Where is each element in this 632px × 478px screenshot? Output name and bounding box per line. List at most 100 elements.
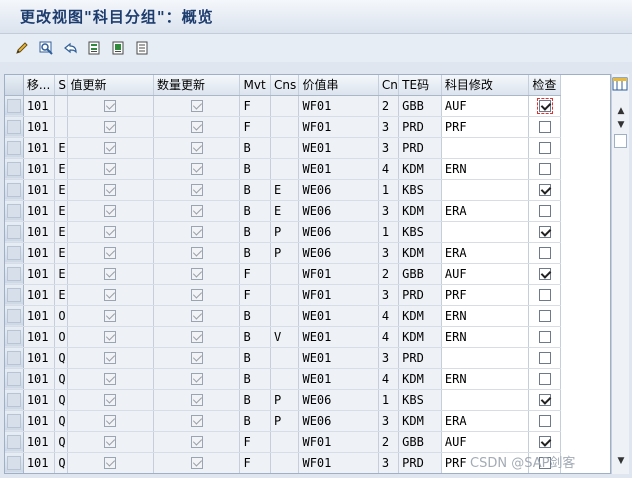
cell-account-modifier[interactable]: ERA <box>441 410 530 432</box>
cell-check[interactable] <box>528 389 561 411</box>
cell-check[interactable] <box>528 326 561 348</box>
cell-account-modifier[interactable]: PRF <box>441 284 530 306</box>
cell-check[interactable] <box>528 221 561 243</box>
cell-account-modifier[interactable]: AUF <box>441 431 530 453</box>
col-header-te-code[interactable]: TE码 <box>398 75 442 96</box>
row-selector[interactable] <box>5 116 24 138</box>
cell-account-modifier[interactable]: ERN <box>441 305 530 327</box>
col-header-mvt[interactable]: Mvt <box>239 75 271 96</box>
row-selector[interactable] <box>5 137 24 159</box>
check-checkbox[interactable] <box>538 289 551 301</box>
cell-account-modifier[interactable] <box>441 221 530 243</box>
row-selector[interactable] <box>5 347 24 369</box>
table-row[interactable]: 101 E B P WE06 1 KBS <box>5 221 561 243</box>
cell-check[interactable] <box>528 431 561 453</box>
cell-check[interactable] <box>528 116 561 138</box>
select-all-icon[interactable] <box>132 38 152 58</box>
col-header-account-modifier[interactable]: 科目修改 <box>441 75 530 96</box>
cell-account-modifier[interactable]: ERN <box>441 368 530 390</box>
check-checkbox[interactable] <box>538 205 551 217</box>
table-row[interactable]: 101 E B WE01 3 PRD <box>5 137 561 159</box>
table-row[interactable]: 101 E B P WE06 3 KDM ERA <box>5 242 561 264</box>
table-row[interactable]: 101 O B V WE01 4 KDM ERN <box>5 326 561 348</box>
col-header-cns[interactable]: Cns <box>270 75 300 96</box>
col-header-movement-type[interactable]: 移... <box>23 75 56 96</box>
table-row[interactable]: 101 E B E WE06 3 KDM ERA <box>5 200 561 222</box>
scroll-down-icon[interactable]: ▼ <box>614 118 628 132</box>
cell-check[interactable] <box>528 305 561 327</box>
check-checkbox[interactable] <box>538 415 551 427</box>
check-checkbox[interactable] <box>538 226 551 238</box>
scroll-thumb[interactable] <box>614 134 627 148</box>
check-checkbox[interactable] <box>538 163 551 175</box>
cell-check[interactable] <box>528 179 561 201</box>
check-checkbox[interactable] <box>538 247 551 259</box>
col-header-special-stock[interactable]: S <box>54 75 68 96</box>
table-row[interactable]: 101 Q B WE01 3 PRD <box>5 347 561 369</box>
cell-account-modifier[interactable]: ERN <box>441 158 530 180</box>
row-selector[interactable] <box>5 368 24 390</box>
row-selector[interactable] <box>5 200 24 222</box>
cell-account-modifier[interactable] <box>441 389 530 411</box>
col-header-value-update[interactable]: 值更新 <box>67 75 155 96</box>
row-selector[interactable] <box>5 221 24 243</box>
row-selector[interactable] <box>5 452 24 473</box>
cell-account-modifier[interactable]: AUF <box>441 95 530 117</box>
check-checkbox[interactable] <box>538 142 551 154</box>
row-selector[interactable] <box>5 284 24 306</box>
col-header-qty-update[interactable]: 数量更新 <box>153 75 241 96</box>
check-checkbox[interactable] <box>538 394 551 406</box>
display-change-icon[interactable] <box>36 38 56 58</box>
cell-account-modifier[interactable]: PRF <box>441 116 530 138</box>
check-checkbox[interactable] <box>538 121 551 133</box>
select-all-cell[interactable] <box>5 75 24 96</box>
cell-check[interactable] <box>528 95 561 117</box>
row-selector[interactable] <box>5 389 24 411</box>
scroll-up-icon[interactable]: ▲ <box>614 104 628 118</box>
scroll-bottom-icon[interactable]: ▼ <box>614 454 628 468</box>
col-header-value-string[interactable]: 价值串 <box>298 75 379 96</box>
table-row[interactable]: 101 E F WF01 3 PRD PRF <box>5 284 561 306</box>
row-selector[interactable] <box>5 431 24 453</box>
cell-check[interactable] <box>528 347 561 369</box>
cell-check[interactable] <box>528 410 561 432</box>
vertical-scrollbar[interactable]: ▲ ▼ ▼ <box>611 74 629 474</box>
table-row[interactable]: 101 Q B WE01 4 KDM ERN <box>5 368 561 390</box>
table-row[interactable]: 101 Q B P WE06 1 KBS <box>5 389 561 411</box>
row-selector[interactable] <box>5 263 24 285</box>
row-selector[interactable] <box>5 158 24 180</box>
table-row[interactable]: 101 E F WF01 2 GBB AUF <box>5 263 561 285</box>
cell-account-modifier[interactable]: AUF <box>441 263 530 285</box>
row-selector[interactable] <box>5 95 24 117</box>
check-checkbox[interactable] <box>538 373 551 385</box>
row-selector[interactable] <box>5 179 24 201</box>
cell-account-modifier[interactable] <box>441 347 530 369</box>
copy-as-icon[interactable] <box>84 38 104 58</box>
table-row[interactable]: 101 Q F WF01 2 GBB AUF <box>5 431 561 453</box>
cell-account-modifier[interactable]: ERA <box>441 242 530 264</box>
table-row[interactable]: 101 Q B P WE06 3 KDM ERA <box>5 410 561 432</box>
col-header-check[interactable]: 检查 <box>528 75 561 96</box>
row-selector[interactable] <box>5 410 24 432</box>
col-header-cn[interactable]: Cn <box>378 75 400 96</box>
cell-check[interactable] <box>528 284 561 306</box>
check-checkbox[interactable] <box>538 268 551 280</box>
undo-icon[interactable] <box>60 38 80 58</box>
cell-account-modifier[interactable]: ERA <box>441 200 530 222</box>
check-checkbox[interactable] <box>538 352 551 364</box>
cell-check[interactable] <box>528 263 561 285</box>
row-selector[interactable] <box>5 326 24 348</box>
cell-check[interactable] <box>528 368 561 390</box>
table-row[interactable]: 101 F WF01 3 PRD PRF <box>5 116 561 138</box>
cell-account-modifier[interactable] <box>441 137 530 159</box>
check-checkbox[interactable] <box>536 98 553 114</box>
edit-pencil-icon[interactable] <box>12 38 32 58</box>
cell-check[interactable] <box>528 200 561 222</box>
cell-check[interactable] <box>528 158 561 180</box>
cell-account-modifier[interactable]: ERN <box>441 326 530 348</box>
delete-icon[interactable] <box>108 38 128 58</box>
table-row[interactable]: 101 F WF01 2 GBB AUF <box>5 95 561 117</box>
table-row[interactable]: 101 E B E WE06 1 KBS <box>5 179 561 201</box>
check-checkbox[interactable] <box>538 436 551 448</box>
table-row[interactable]: 101 O B WE01 4 KDM ERN <box>5 305 561 327</box>
